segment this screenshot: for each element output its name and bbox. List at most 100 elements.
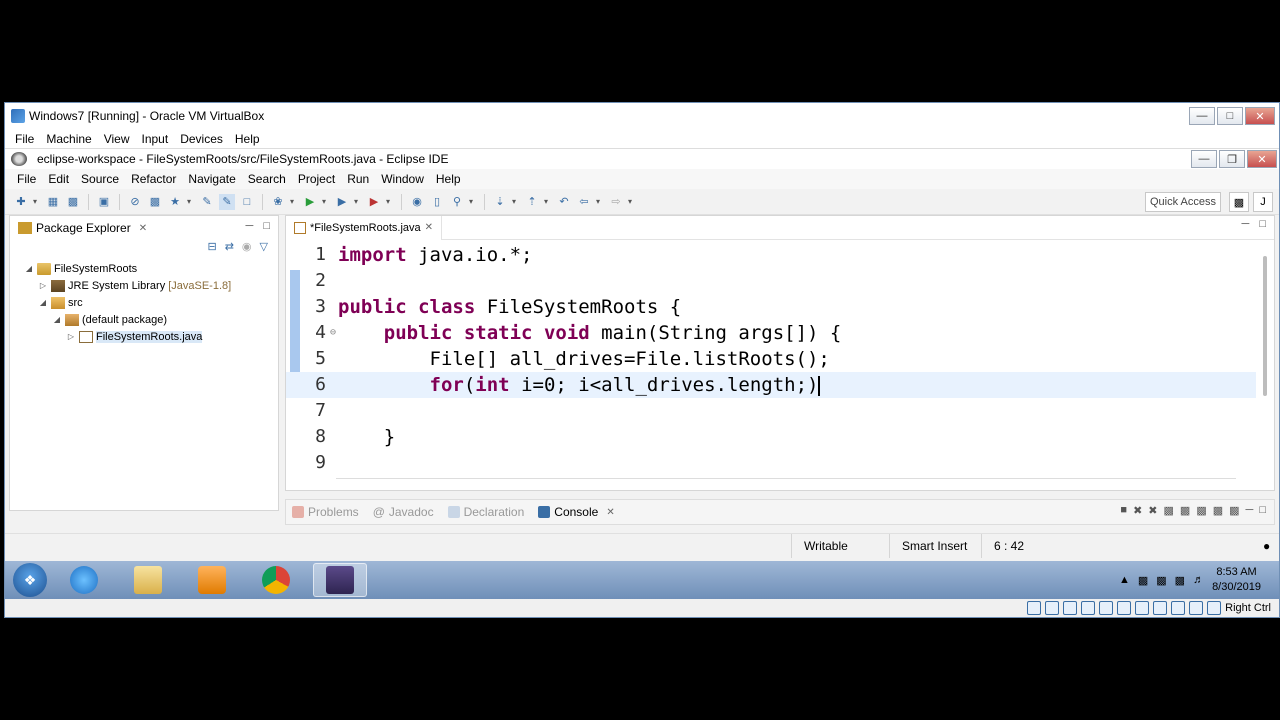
- pin-console-icon[interactable]: ▩: [1196, 504, 1206, 517]
- menu-file[interactable]: File: [11, 172, 42, 186]
- chevron-down-icon[interactable]: ▾: [512, 197, 520, 206]
- start-button[interactable]: ❖: [13, 563, 47, 597]
- chevron-down-icon[interactable]: ▾: [33, 197, 41, 206]
- cpu-icon[interactable]: [1171, 601, 1186, 615]
- focus-on-active-task-icon[interactable]: ◉: [242, 240, 252, 260]
- chevron-down-icon[interactable]: ▾: [386, 197, 394, 206]
- action-center-icon[interactable]: ▩: [1156, 574, 1166, 587]
- menu-help[interactable]: Help: [430, 172, 467, 186]
- network-adapter-icon[interactable]: [1081, 601, 1096, 615]
- forward-icon[interactable]: ⇨: [608, 194, 624, 210]
- back-icon[interactable]: ⇦: [576, 194, 592, 210]
- chevron-down-icon[interactable]: ▾: [187, 197, 195, 206]
- chevron-right-icon[interactable]: ▷: [38, 281, 48, 290]
- remove-launch-icon[interactable]: ✖: [1133, 504, 1142, 517]
- toggle-mark-occurrences-icon[interactable]: ✎: [219, 193, 235, 210]
- lightbulb-icon[interactable]: ●: [1251, 534, 1279, 558]
- taskbar-media-player[interactable]: [185, 563, 239, 597]
- maximize-view-icon[interactable]: □: [1259, 218, 1266, 230]
- tree-item-jre[interactable]: ▷ JRE System Library [JavaSE-1.8]: [10, 277, 278, 294]
- coverage-icon[interactable]: ▶: [334, 194, 350, 210]
- debug-icon[interactable]: ❀: [270, 194, 286, 210]
- menu-window[interactable]: Window: [375, 172, 430, 186]
- menu-navigate[interactable]: Navigate: [182, 172, 241, 186]
- vbox-menu-devices[interactable]: Devices: [174, 132, 229, 146]
- open-console-icon[interactable]: ▩: [1229, 504, 1239, 517]
- scroll-lock-icon[interactable]: ▩: [1164, 504, 1174, 517]
- vbox-menu-view[interactable]: View: [98, 132, 136, 146]
- close-button[interactable]: ✕: [1245, 107, 1275, 125]
- scroll-thumb[interactable]: [1263, 256, 1267, 396]
- vbox-menu-input[interactable]: Input: [136, 132, 175, 146]
- eclipse-restore-button[interactable]: ❐: [1219, 150, 1245, 168]
- shared-folders-icon[interactable]: [1117, 601, 1132, 615]
- clock[interactable]: 8:53 AM 8/30/2019: [1212, 565, 1261, 595]
- chevron-down-icon[interactable]: ◢: [52, 315, 62, 324]
- vbox-menu-file[interactable]: File: [9, 132, 40, 146]
- video-capture-icon[interactable]: [1153, 601, 1168, 615]
- external-tools-icon[interactable]: ▶: [366, 194, 382, 210]
- chevron-down-icon[interactable]: ▾: [322, 197, 330, 206]
- usb-icon[interactable]: [1099, 601, 1114, 615]
- code-area[interactable]: 1 import java.io.*; 2 3 public class Fil…: [286, 242, 1256, 470]
- display-icon[interactable]: ▩: [1175, 574, 1185, 587]
- network-icon[interactable]: ▩: [1138, 574, 1148, 587]
- terminal-icon[interactable]: ▣: [96, 194, 112, 210]
- package-explorer-tab[interactable]: Package Explorer ✕: [18, 221, 147, 235]
- hard-disk-icon[interactable]: [1027, 601, 1042, 615]
- chevron-down-icon[interactable]: ◢: [24, 264, 34, 273]
- close-icon[interactable]: ✕: [139, 223, 147, 234]
- tab-problems[interactable]: Problems: [292, 505, 359, 519]
- maximize-view-icon[interactable]: □: [1259, 504, 1266, 517]
- skip-breakpoints-icon[interactable]: ⊘: [127, 194, 143, 210]
- minimize-view-icon[interactable]: ─: [246, 220, 254, 232]
- minimize-view-icon[interactable]: ─: [1242, 218, 1250, 230]
- tree-item-file[interactable]: ▷ FileSystemRoots.java: [10, 328, 278, 345]
- next-annotation-icon[interactable]: ⇣: [492, 194, 508, 210]
- run-icon[interactable]: ▶: [302, 194, 318, 210]
- open-task-icon[interactable]: ◉: [409, 194, 425, 210]
- chevron-down-icon[interactable]: ▾: [290, 197, 298, 206]
- audio-icon[interactable]: [1063, 601, 1078, 615]
- chevron-down-icon[interactable]: ▾: [469, 197, 477, 206]
- optical-drive-icon[interactable]: [1045, 601, 1060, 615]
- taskbar-explorer[interactable]: [121, 563, 175, 597]
- vbox-menu-help[interactable]: Help: [229, 132, 266, 146]
- new-java-project-icon[interactable]: ▩: [147, 194, 163, 210]
- menu-project[interactable]: Project: [292, 172, 341, 186]
- keyboard-icon[interactable]: [1207, 601, 1222, 615]
- open-type-icon[interactable]: ✎: [199, 194, 215, 210]
- terminate-icon[interactable]: ■: [1120, 504, 1127, 517]
- tree-item-src[interactable]: ◢ src: [10, 294, 278, 311]
- menu-refactor[interactable]: Refactor: [125, 172, 182, 186]
- new-icon[interactable]: ✚: [13, 194, 29, 210]
- menu-search[interactable]: Search: [242, 172, 292, 186]
- close-icon[interactable]: ✕: [606, 507, 614, 518]
- taskbar-ie[interactable]: [57, 563, 111, 597]
- previous-annotation-icon[interactable]: ⇡: [524, 194, 540, 210]
- editor-tab[interactable]: *FileSystemRoots.java ✕: [286, 215, 443, 240]
- horizontal-scrollbar[interactable]: [336, 478, 1236, 486]
- save-all-icon[interactable]: ▩: [65, 194, 81, 210]
- tree-item-package[interactable]: ◢ (default package): [10, 311, 278, 328]
- view-menu-icon[interactable]: ▽: [260, 240, 268, 260]
- vbox-menu-machine[interactable]: Machine: [40, 132, 97, 146]
- maximize-view-icon[interactable]: □: [263, 220, 270, 232]
- chevron-down-icon[interactable]: ▾: [596, 197, 604, 206]
- eclipse-minimize-button[interactable]: —: [1191, 150, 1217, 168]
- menu-run[interactable]: Run: [341, 172, 375, 186]
- chevron-down-icon[interactable]: ◢: [38, 298, 48, 307]
- remove-all-icon[interactable]: ✖: [1148, 504, 1157, 517]
- volume-icon[interactable]: ♬: [1193, 574, 1204, 586]
- last-edit-location-icon[interactable]: ↶: [556, 194, 572, 210]
- word-wrap-icon[interactable]: ▩: [1180, 504, 1190, 517]
- quick-access-field[interactable]: Quick Access: [1144, 192, 1221, 212]
- mouse-integration-icon[interactable]: [1189, 601, 1204, 615]
- open-perspective-icon[interactable]: ▩: [1229, 192, 1249, 212]
- display-console-icon[interactable]: ▩: [1213, 504, 1223, 517]
- minimize-button[interactable]: —: [1189, 107, 1215, 125]
- minimize-view-icon[interactable]: ─: [1246, 504, 1254, 517]
- close-icon[interactable]: ✕: [425, 222, 433, 233]
- chevron-down-icon[interactable]: ▾: [544, 197, 552, 206]
- chevron-right-icon[interactable]: ▷: [66, 332, 76, 341]
